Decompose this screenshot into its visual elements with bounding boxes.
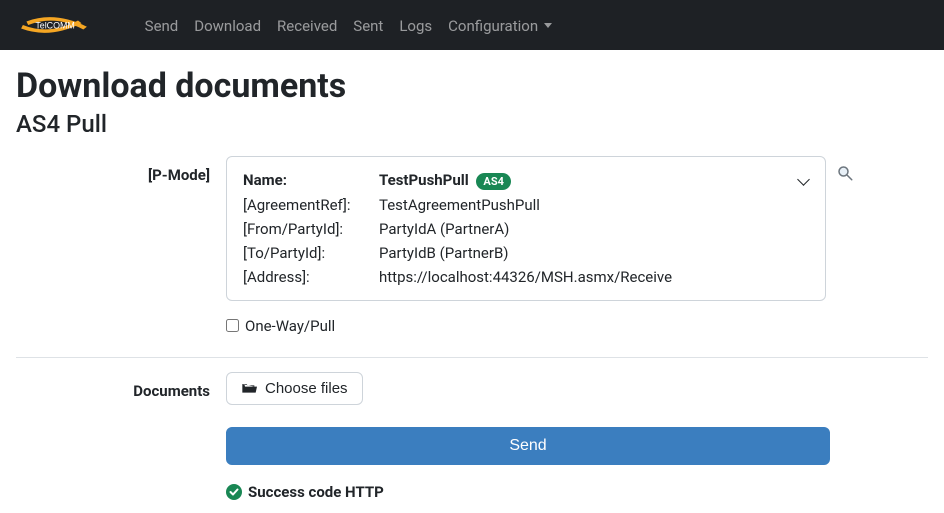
pmode-row: [P-Mode] Name: TestPushPull AS4 [Agreeme… [16, 156, 928, 301]
pmode-label: [P-Mode] [16, 156, 226, 301]
choose-files-label: Choose files [265, 380, 348, 397]
svg-text:TelCOMM: TelCOMM [35, 21, 74, 31]
nav-configuration-label: Configuration [448, 17, 538, 35]
oneway-row: One-Way/Pull [16, 309, 928, 349]
pmode-from-label: [From/PartyId]: [243, 218, 377, 240]
nav-sent[interactable]: Sent [353, 17, 383, 35]
main-content: Download documents AS4 Pull [P-Mode] Nam… [0, 50, 944, 349]
brand-logo[interactable]: TelCOMM [14, 9, 121, 41]
search-icon-wrap [826, 156, 854, 186]
pmode-details: Name: TestPushPull AS4 [AgreementRef]: T… [241, 167, 811, 290]
pmode-from-value: PartyIdA (PartnerA) [379, 218, 809, 240]
status-row: Success code HTTP [226, 483, 384, 501]
choose-files-button[interactable]: Choose files [226, 372, 363, 405]
check-circle-icon [226, 484, 242, 500]
pmode-badge: AS4 [476, 173, 510, 190]
pmode-selector[interactable]: Name: TestPushPull AS4 [AgreementRef]: T… [226, 156, 826, 301]
chevron-down-icon [799, 169, 811, 181]
documents-label: Documents [16, 372, 226, 501]
pmode-name-value: TestPushPull [379, 171, 469, 189]
nav-configuration[interactable]: Configuration [448, 17, 552, 35]
oneway-checkbox[interactable] [226, 319, 239, 332]
nav-download[interactable]: Download [194, 17, 261, 35]
documents-row: Documents Choose files Send Success code… [16, 372, 928, 501]
pmode-to-value: PartyIdB (PartnerB) [379, 242, 809, 264]
status-text: Success code HTTP [248, 483, 384, 501]
pmode-agreement-value: TestAgreementPushPull [379, 194, 809, 216]
chevron-down-icon [544, 23, 552, 28]
oneway-label[interactable]: One-Way/Pull [245, 317, 335, 335]
nav-received[interactable]: Received [277, 17, 337, 35]
pmode-agreement-label: [AgreementRef]: [243, 194, 377, 216]
folder-open-icon [241, 381, 257, 395]
navbar: TelCOMM Send Download Received Sent Logs… [0, 0, 944, 50]
search-icon[interactable] [836, 164, 854, 186]
documents-section: Documents Choose files Send Success code… [0, 372, 944, 501]
send-button[interactable]: Send [226, 427, 830, 465]
page-subtitle: AS4 Pull [16, 110, 928, 138]
pmode-address-label: [Address]: [243, 266, 377, 288]
page-title: Download documents [16, 66, 928, 106]
pmode-to-label: [To/PartyId]: [243, 242, 377, 264]
section-divider [16, 357, 928, 358]
pmode-address-value: https://localhost:44326/MSH.asmx/Receive [379, 266, 809, 288]
nav-list: Send Download Received Sent Logs Configu… [137, 16, 560, 35]
nav-send[interactable]: Send [145, 17, 179, 35]
pmode-name-label: Name: [243, 169, 377, 192]
nav-logs[interactable]: Logs [399, 17, 432, 35]
